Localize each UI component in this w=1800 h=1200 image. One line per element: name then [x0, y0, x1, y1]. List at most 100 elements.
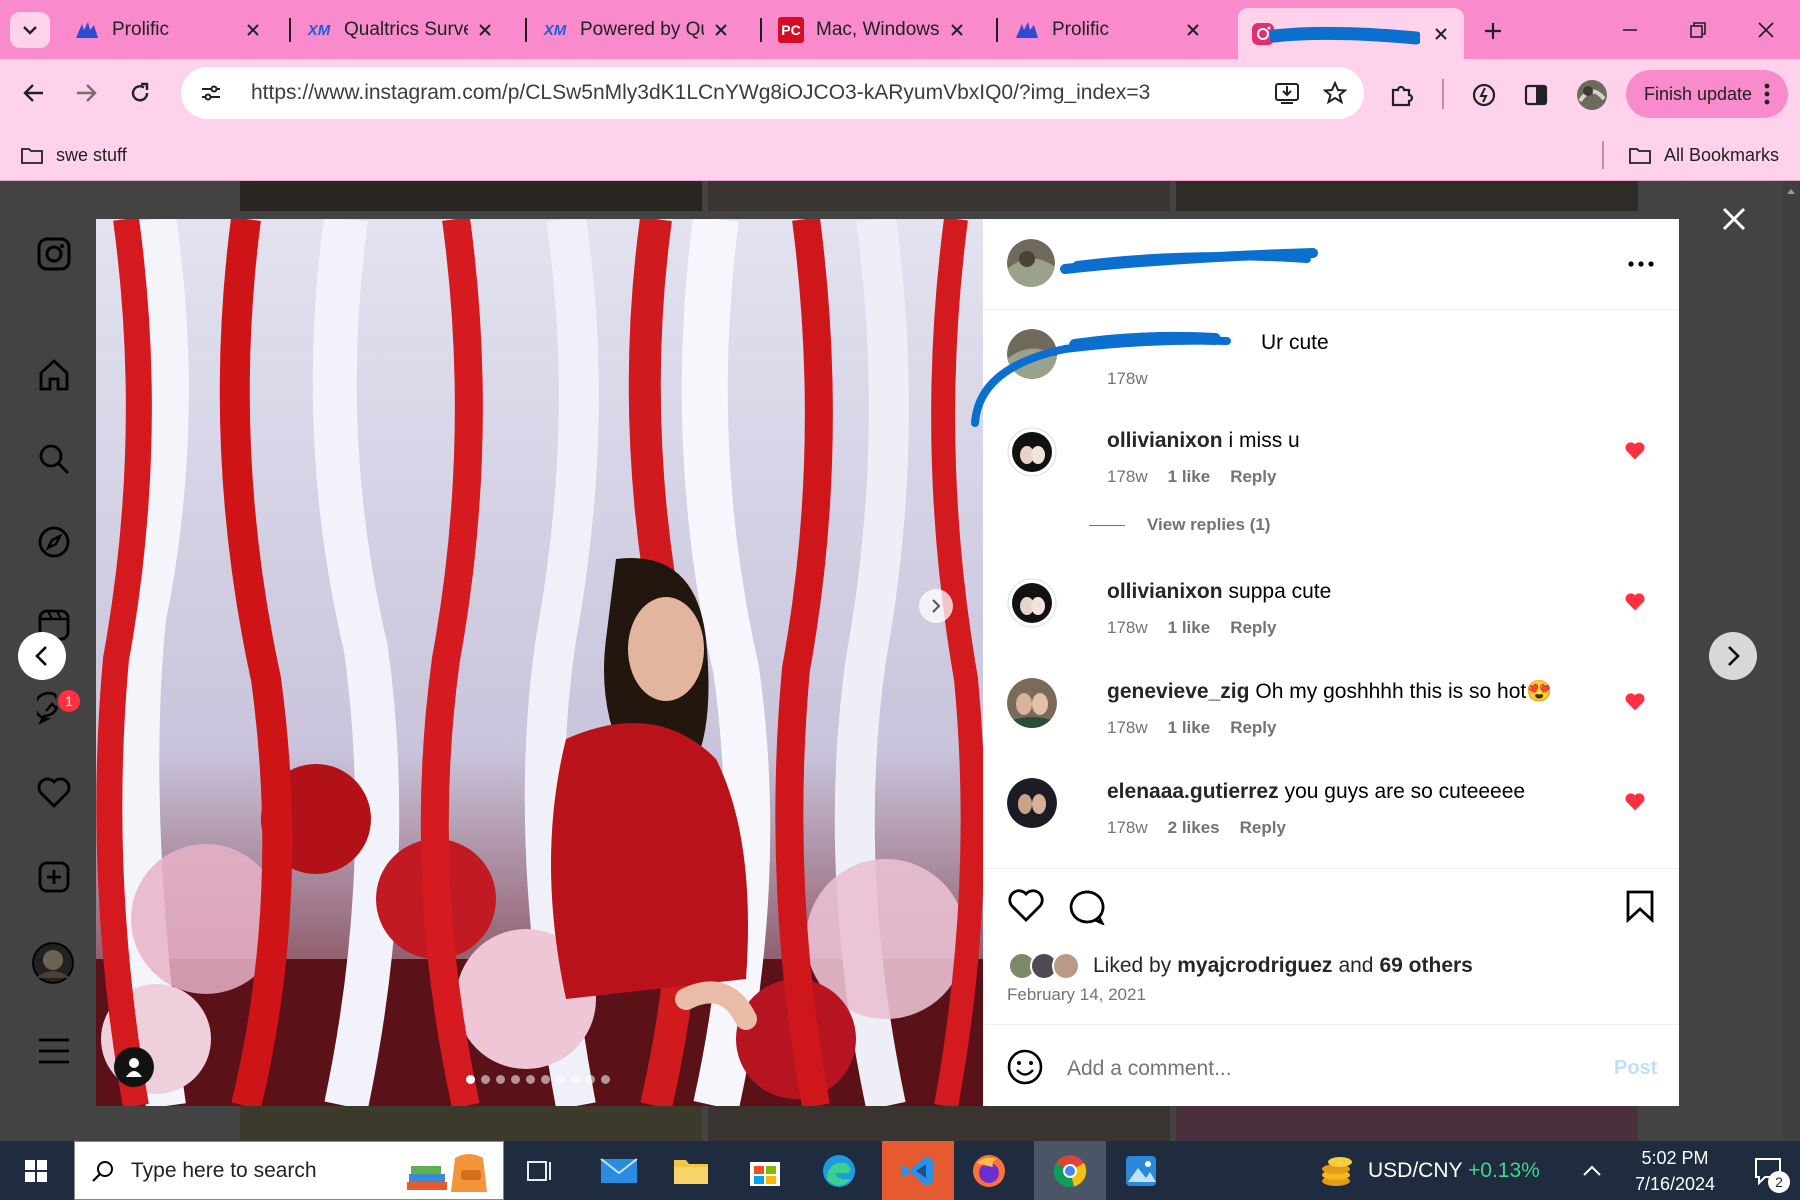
- view-replies-button[interactable]: View replies (1): [1089, 515, 1270, 535]
- comment-likes[interactable]: 2 likes: [1168, 818, 1220, 838]
- currency-widget-icon[interactable]: [1314, 1141, 1362, 1200]
- tab-qualtrics-survey[interactable]: XM Qualtrics Survey: [294, 6, 508, 54]
- liked-by-user[interactable]: myajcrodriguez: [1177, 954, 1332, 978]
- commenter-avatar[interactable]: [1007, 678, 1057, 728]
- liker-avatars[interactable]: [1007, 951, 1083, 981]
- grid-thumbnail[interactable]: [240, 181, 702, 211]
- tab-pcmag[interactable]: PC Mac, Windows,: [766, 6, 980, 54]
- back-button[interactable]: [16, 75, 52, 111]
- close-icon[interactable]: [710, 19, 732, 41]
- post-options-button[interactable]: [1623, 249, 1659, 279]
- comment-likes[interactable]: 1 like: [1168, 718, 1211, 738]
- close-icon[interactable]: [1182, 19, 1204, 41]
- comment-username[interactable]: ollivianixon: [1107, 429, 1223, 452]
- grid-thumbnail[interactable]: [708, 181, 1170, 211]
- commenter-avatar[interactable]: [1007, 778, 1057, 828]
- restore-button[interactable]: [1676, 12, 1720, 48]
- search-icon[interactable]: [34, 439, 74, 479]
- comment-time[interactable]: 178w: [1107, 818, 1148, 838]
- site-info-icon[interactable]: [185, 67, 237, 119]
- address-bar[interactable]: https://www.instagram.com/p/CLSw5nMly3dK…: [181, 67, 1364, 119]
- side-panel-button[interactable]: [1516, 75, 1556, 115]
- microsoft-store-app[interactable]: [734, 1141, 796, 1200]
- post-comment-button[interactable]: Post: [1614, 1057, 1657, 1080]
- install-app-icon[interactable]: [1271, 77, 1303, 109]
- tab-prolific-1[interactable]: Prolific: [62, 6, 276, 54]
- save-button[interactable]: [1625, 889, 1661, 929]
- reply-button[interactable]: Reply: [1230, 718, 1276, 738]
- page-scrollbar[interactable]: [1782, 181, 1800, 1141]
- reload-button[interactable]: [122, 75, 158, 111]
- previous-post-button[interactable]: [18, 632, 66, 680]
- comment-likes[interactable]: 1 like: [1168, 467, 1211, 487]
- tagged-users-button[interactable]: [114, 1047, 154, 1087]
- post-date[interactable]: February 14, 2021: [1007, 985, 1146, 1005]
- mail-app[interactable]: [588, 1141, 650, 1200]
- liked-heart-icon[interactable]: [1625, 692, 1645, 712]
- commenter-avatar[interactable]: [1007, 578, 1057, 628]
- firefox-app[interactable]: [958, 1141, 1020, 1200]
- task-view-button[interactable]: [514, 1141, 566, 1200]
- forward-button[interactable]: [68, 75, 104, 111]
- tab-search-button[interactable]: [10, 12, 50, 48]
- extensions-button[interactable]: [1382, 75, 1422, 115]
- notification-center-button[interactable]: 2: [1738, 1141, 1798, 1200]
- tab-prolific-2[interactable]: Prolific: [1002, 6, 1216, 54]
- currency-label[interactable]: USD/CNY: [1368, 1141, 1463, 1200]
- grid-thumbnail[interactable]: [1176, 1106, 1638, 1141]
- comment-likes[interactable]: 1 like: [1168, 618, 1211, 638]
- home-icon[interactable]: [34, 355, 74, 395]
- comment-button[interactable]: [1067, 889, 1107, 929]
- notifications-heart-icon[interactable]: [34, 773, 74, 813]
- new-tab-button[interactable]: [1476, 14, 1510, 48]
- tab-powered-by-qualtrics[interactable]: XM Powered by Qua: [530, 6, 744, 54]
- close-modal-button[interactable]: [1718, 203, 1750, 235]
- finish-update-button[interactable]: Finish update: [1626, 70, 1788, 118]
- show-hidden-icons-button[interactable]: [1572, 1141, 1612, 1200]
- tab-instagram-active[interactable]: [1238, 8, 1464, 59]
- comment-username[interactable]: ollivianixon: [1107, 580, 1223, 603]
- grid-thumbnail[interactable]: [708, 1106, 1170, 1141]
- comment-username[interactable]: genevieve_zig: [1107, 680, 1249, 703]
- like-button[interactable]: [1007, 889, 1047, 929]
- more-menu-icon[interactable]: [34, 1031, 74, 1071]
- liked-heart-icon[interactable]: [1625, 792, 1645, 812]
- file-explorer-app[interactable]: [660, 1141, 722, 1200]
- bookmark-star-icon[interactable]: [1319, 77, 1351, 109]
- system-clock[interactable]: 5:02 PM 7/16/2024: [1620, 1145, 1730, 1197]
- commenter-avatar[interactable]: [1007, 427, 1057, 477]
- author-avatar[interactable]: [1007, 239, 1055, 287]
- scroll-up-arrow-icon[interactable]: [1786, 187, 1796, 195]
- photos-app[interactable]: [1110, 1141, 1172, 1200]
- window-close-button[interactable]: [1744, 12, 1788, 48]
- close-icon[interactable]: [1430, 23, 1452, 45]
- bookmark-folder-swe-stuff[interactable]: swe stuff: [20, 129, 127, 181]
- create-icon[interactable]: [34, 857, 74, 897]
- close-icon[interactable]: [474, 19, 496, 41]
- next-post-button[interactable]: [1709, 632, 1757, 680]
- comment-time[interactable]: 178w: [1107, 718, 1148, 738]
- comment-username[interactable]: elenaaa.gutierrez: [1107, 780, 1279, 803]
- chrome-app-active[interactable]: [1034, 1141, 1106, 1200]
- liked-heart-icon[interactable]: [1625, 441, 1645, 461]
- close-icon[interactable]: [242, 19, 264, 41]
- liked-heart-icon[interactable]: [1625, 592, 1645, 612]
- explore-icon[interactable]: [34, 522, 74, 562]
- profile-avatar[interactable]: [32, 942, 74, 984]
- grid-thumbnail[interactable]: [1176, 181, 1638, 211]
- comment-input[interactable]: [1067, 1049, 1567, 1089]
- profile-avatar[interactable]: [1572, 75, 1612, 115]
- close-icon[interactable]: [946, 19, 968, 41]
- minimize-button[interactable]: [1608, 12, 1652, 48]
- next-image-button[interactable]: [919, 589, 953, 623]
- reply-button[interactable]: Reply: [1240, 818, 1286, 838]
- all-bookmarks-button[interactable]: All Bookmarks: [1628, 129, 1779, 181]
- performance-button[interactable]: [1464, 75, 1504, 115]
- vscode-app[interactable]: [882, 1141, 954, 1200]
- emoji-button[interactable]: [1007, 1049, 1045, 1087]
- post-photo[interactable]: [96, 219, 983, 1106]
- grid-thumbnail[interactable]: [240, 1106, 702, 1141]
- comment-time[interactable]: 178w: [1107, 467, 1148, 487]
- edge-browser-app[interactable]: [808, 1141, 870, 1200]
- liked-by-others[interactable]: 69 others: [1379, 954, 1472, 978]
